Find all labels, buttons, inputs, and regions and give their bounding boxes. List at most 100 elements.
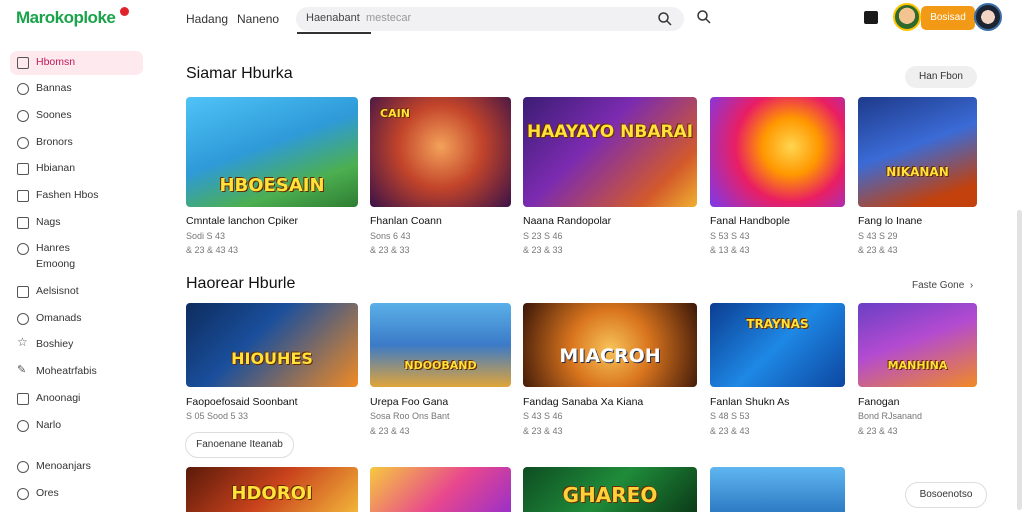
cart-icon[interactable] bbox=[864, 11, 878, 24]
folder-icon bbox=[17, 286, 29, 298]
pencil-icon: ✎ bbox=[17, 364, 27, 376]
game-thumbnail[interactable]: HAAYAYO NBARAI bbox=[523, 97, 697, 207]
sidebar-item-label: Hbianan bbox=[36, 162, 76, 174]
sidebar-item[interactable]: ☆ Boshiey bbox=[10, 333, 143, 357]
avatar[interactable] bbox=[893, 3, 921, 31]
game-thumbnail[interactable]: TRAYNAS bbox=[710, 303, 845, 387]
game-meta: S 48 S 53 bbox=[710, 411, 750, 421]
scrollbar[interactable] bbox=[1017, 210, 1022, 510]
game-meta: S 23 S 46 bbox=[523, 231, 563, 241]
game-title[interactable]: Faopoefosaid Soonbant bbox=[186, 396, 298, 408]
section-title: Haorear Hburle bbox=[186, 275, 296, 292]
sidebar-item[interactable]: Narlo bbox=[10, 414, 143, 438]
site-logo[interactable]: Marokoploke bbox=[16, 8, 116, 28]
game-thumbnail[interactable] bbox=[710, 97, 845, 207]
see-all-button[interactable]: Han Fbon bbox=[905, 66, 977, 88]
game-meta: S 43 S 46 bbox=[523, 411, 563, 421]
game-thumbnail[interactable]: HIOUHES bbox=[186, 303, 358, 387]
game-thumbnail[interactable]: NDOOBAND bbox=[370, 303, 511, 387]
game-meta: Sodi S 43 bbox=[186, 231, 226, 241]
game-title[interactable]: Fanal Handbople bbox=[710, 215, 790, 227]
game-thumbnail[interactable]: MANHINA bbox=[858, 303, 977, 387]
doc-icon bbox=[17, 163, 29, 175]
circle-icon bbox=[17, 137, 29, 149]
sidebar-item[interactable]: Bannas bbox=[10, 77, 143, 101]
game-thumbnail[interactable]: MIACROH bbox=[523, 303, 697, 387]
sidebar-item-sublabel: Emoong bbox=[36, 258, 76, 270]
sidebar-item-label: Anoonagi bbox=[36, 392, 81, 404]
login-button[interactable]: Bosisad bbox=[921, 6, 975, 30]
see-more-link[interactable]: Faste Gone › bbox=[912, 280, 973, 291]
game-thumbnail[interactable]: GHAREO bbox=[523, 467, 697, 512]
sidebar-item[interactable]: Bronors bbox=[10, 131, 143, 155]
game-meta: Sosa Roo Ons Bant bbox=[370, 411, 450, 421]
load-more-button[interactable]: Fanoenane Iteanab bbox=[185, 432, 294, 458]
sidebar-item-label: Fashen Hbos bbox=[36, 189, 99, 201]
sidebar-item[interactable]: Hanres Emoong bbox=[10, 237, 143, 273]
search-icon[interactable] bbox=[657, 11, 673, 27]
box-icon bbox=[17, 190, 29, 202]
search-tab-underline bbox=[297, 32, 371, 34]
game-title[interactable]: Fanogan bbox=[858, 396, 899, 408]
game-meta: & 23 & 33 bbox=[370, 245, 410, 255]
sidebar-item[interactable]: ✎ Moheatrfabis bbox=[10, 360, 143, 384]
game-meta: & 23 & 43 bbox=[523, 426, 563, 436]
sidebar-item[interactable]: Hbianan bbox=[10, 157, 143, 181]
nav-link-1[interactable]: Hadang bbox=[186, 12, 228, 26]
game-thumbnail[interactable]: NIKANAN bbox=[858, 97, 977, 207]
game-title[interactable]: Fanlan Shukn As bbox=[710, 396, 789, 408]
game-meta: & 23 & 43 43 bbox=[186, 245, 239, 255]
nav-link-2[interactable]: Naneno bbox=[237, 12, 279, 26]
game-title[interactable]: Fang lo Inane bbox=[858, 215, 922, 227]
game-title[interactable]: Fandag Sanaba Xa Kiana bbox=[523, 396, 643, 408]
game-title[interactable]: Cmntale lanchon Cpiker bbox=[186, 215, 298, 227]
chevron-right-icon: › bbox=[969, 280, 974, 291]
sidebar-item[interactable]: Aelsisnot bbox=[10, 280, 143, 304]
game-meta: & 23 & 33 bbox=[523, 245, 563, 255]
floating-action-button[interactable]: Bosoenotso bbox=[905, 482, 987, 508]
sidebar-item-label: Nags bbox=[36, 216, 61, 228]
sidebar: Hbomsn Bannas Soones Bronors Hbianan Fas… bbox=[0, 40, 156, 512]
search-value: Haenabant mestecar bbox=[306, 12, 412, 24]
sidebar-item-label: Menoanjars bbox=[36, 460, 91, 472]
sidebar-item[interactable]: Nags bbox=[10, 211, 143, 235]
sidebar-item-label: Boshiey bbox=[36, 338, 74, 350]
game-title[interactable]: Naana Randopolar bbox=[523, 215, 611, 227]
game-meta: & 23 & 43 bbox=[858, 426, 898, 436]
game-meta: & 13 & 43 bbox=[710, 245, 750, 255]
sidebar-item-label: Bronors bbox=[36, 136, 73, 148]
game-thumbnail[interactable]: HDOROI bbox=[186, 467, 358, 512]
sidebar-item-label: Moheatrfabis bbox=[36, 365, 97, 377]
game-meta: S 53 S 43 bbox=[710, 231, 750, 241]
game-meta: S 43 S 29 bbox=[858, 231, 898, 241]
circle-icon bbox=[17, 83, 29, 95]
target-icon bbox=[17, 420, 29, 432]
chat-icon bbox=[17, 110, 29, 122]
sidebar-item-label: Hbomsn bbox=[36, 56, 76, 68]
game-thumbnail[interactable] bbox=[710, 467, 845, 512]
search-icon[interactable] bbox=[696, 9, 712, 25]
sidebar-item-home[interactable]: Hbomsn bbox=[10, 51, 143, 75]
sidebar-item[interactable]: Soones bbox=[10, 104, 143, 128]
sidebar-item-label: Omanads bbox=[36, 312, 82, 324]
search-input[interactable]: Haenabant mestecar bbox=[296, 7, 684, 31]
sidebar-item[interactable]: Ores bbox=[10, 482, 143, 506]
window-icon bbox=[17, 393, 29, 405]
game-meta: & 23 & 43 bbox=[370, 426, 410, 436]
game-meta: & 23 & 43 bbox=[858, 245, 898, 255]
sidebar-item-label: Soones bbox=[36, 109, 72, 121]
user-avatar[interactable] bbox=[974, 3, 1002, 31]
game-thumbnail[interactable]: HBOESAIN bbox=[186, 97, 358, 207]
game-title[interactable]: Fhanlan Coann bbox=[370, 215, 442, 227]
sidebar-item[interactable]: Omanads bbox=[10, 307, 143, 331]
diamond-icon bbox=[17, 461, 29, 473]
sidebar-item[interactable]: Fashen Hbos bbox=[10, 184, 143, 208]
game-meta: Bond RJsanand bbox=[858, 411, 923, 421]
sidebar-item[interactable]: Anoonagi bbox=[10, 387, 143, 411]
sidebar-item[interactable]: Menoanjars bbox=[10, 455, 143, 479]
game-thumbnail[interactable]: CAIN bbox=[370, 97, 511, 207]
sidebar-item-label: Aelsisnot bbox=[36, 285, 79, 297]
game-title[interactable]: Urepa Foo Gana bbox=[370, 396, 448, 408]
game-thumbnail[interactable] bbox=[370, 467, 511, 512]
sidebar-item-label: Bannas bbox=[36, 82, 72, 94]
